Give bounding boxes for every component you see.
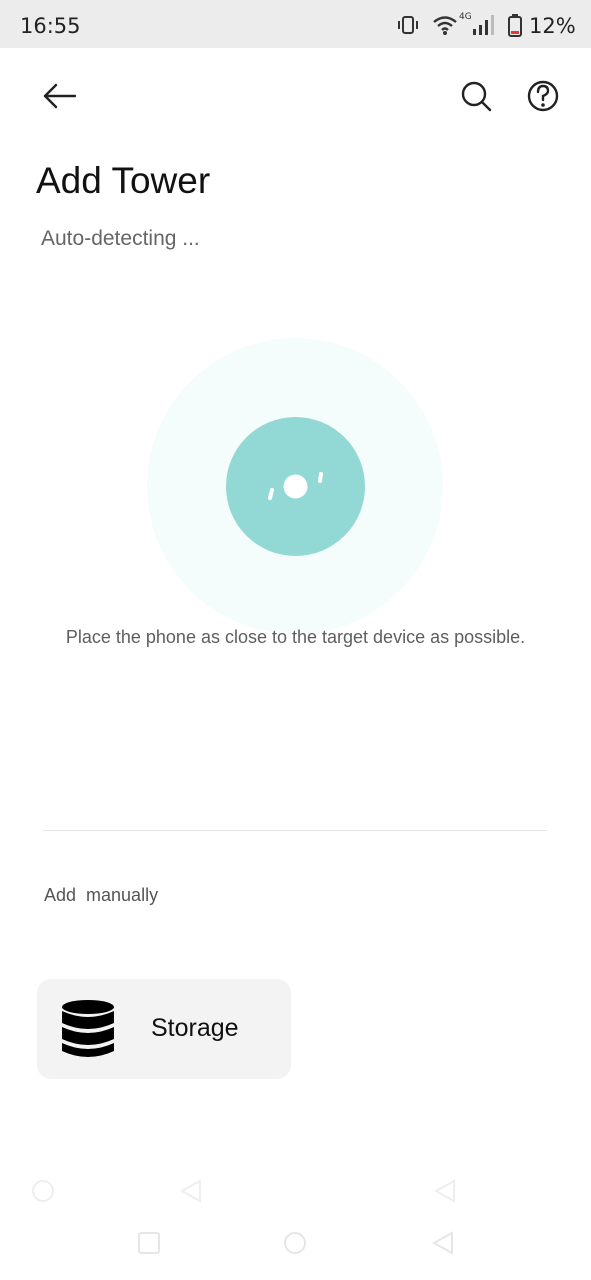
back-button[interactable]: [38, 74, 82, 118]
signal-icon: [473, 15, 494, 35]
search-button[interactable]: [454, 74, 498, 118]
status-time: 16:55: [20, 14, 81, 38]
network-type-label: 4G: [459, 12, 472, 22]
home-icon[interactable]: [282, 1230, 308, 1256]
search-icon: [461, 81, 492, 112]
help-button[interactable]: [521, 74, 565, 118]
recents-icon[interactable]: [136, 1230, 162, 1256]
status-bar: 16:55 4G 12%: [0, 0, 591, 48]
system-nav-bar: [0, 1160, 591, 1280]
add-manually-label: Add manually: [44, 885, 159, 905]
battery-percent: 12%: [529, 14, 576, 38]
wifi-icon: [433, 16, 457, 35]
page-title: Add Tower: [36, 160, 211, 201]
detection-status: Auto-detecting ...: [41, 227, 200, 250]
vibrate-icon: [398, 16, 418, 34]
back-ghost-icon: [179, 1179, 201, 1203]
nfc-signal-icon: [268, 472, 323, 500]
database-icon: [62, 1000, 114, 1057]
back-ghost-icon: [433, 1179, 455, 1203]
home-ghost-icon: [32, 1180, 54, 1202]
battery-icon: [508, 14, 522, 37]
arrow-left-icon: [43, 83, 77, 109]
detection-hint: Place the phone as close to the target d…: [65, 627, 526, 647]
back-icon[interactable]: [430, 1230, 456, 1256]
section-divider: [43, 830, 547, 831]
storage-device-card[interactable]: Storage: [37, 979, 291, 1079]
help-icon: [527, 80, 559, 112]
detection-circle: [226, 417, 365, 556]
storage-label: Storage: [151, 1014, 239, 1042]
